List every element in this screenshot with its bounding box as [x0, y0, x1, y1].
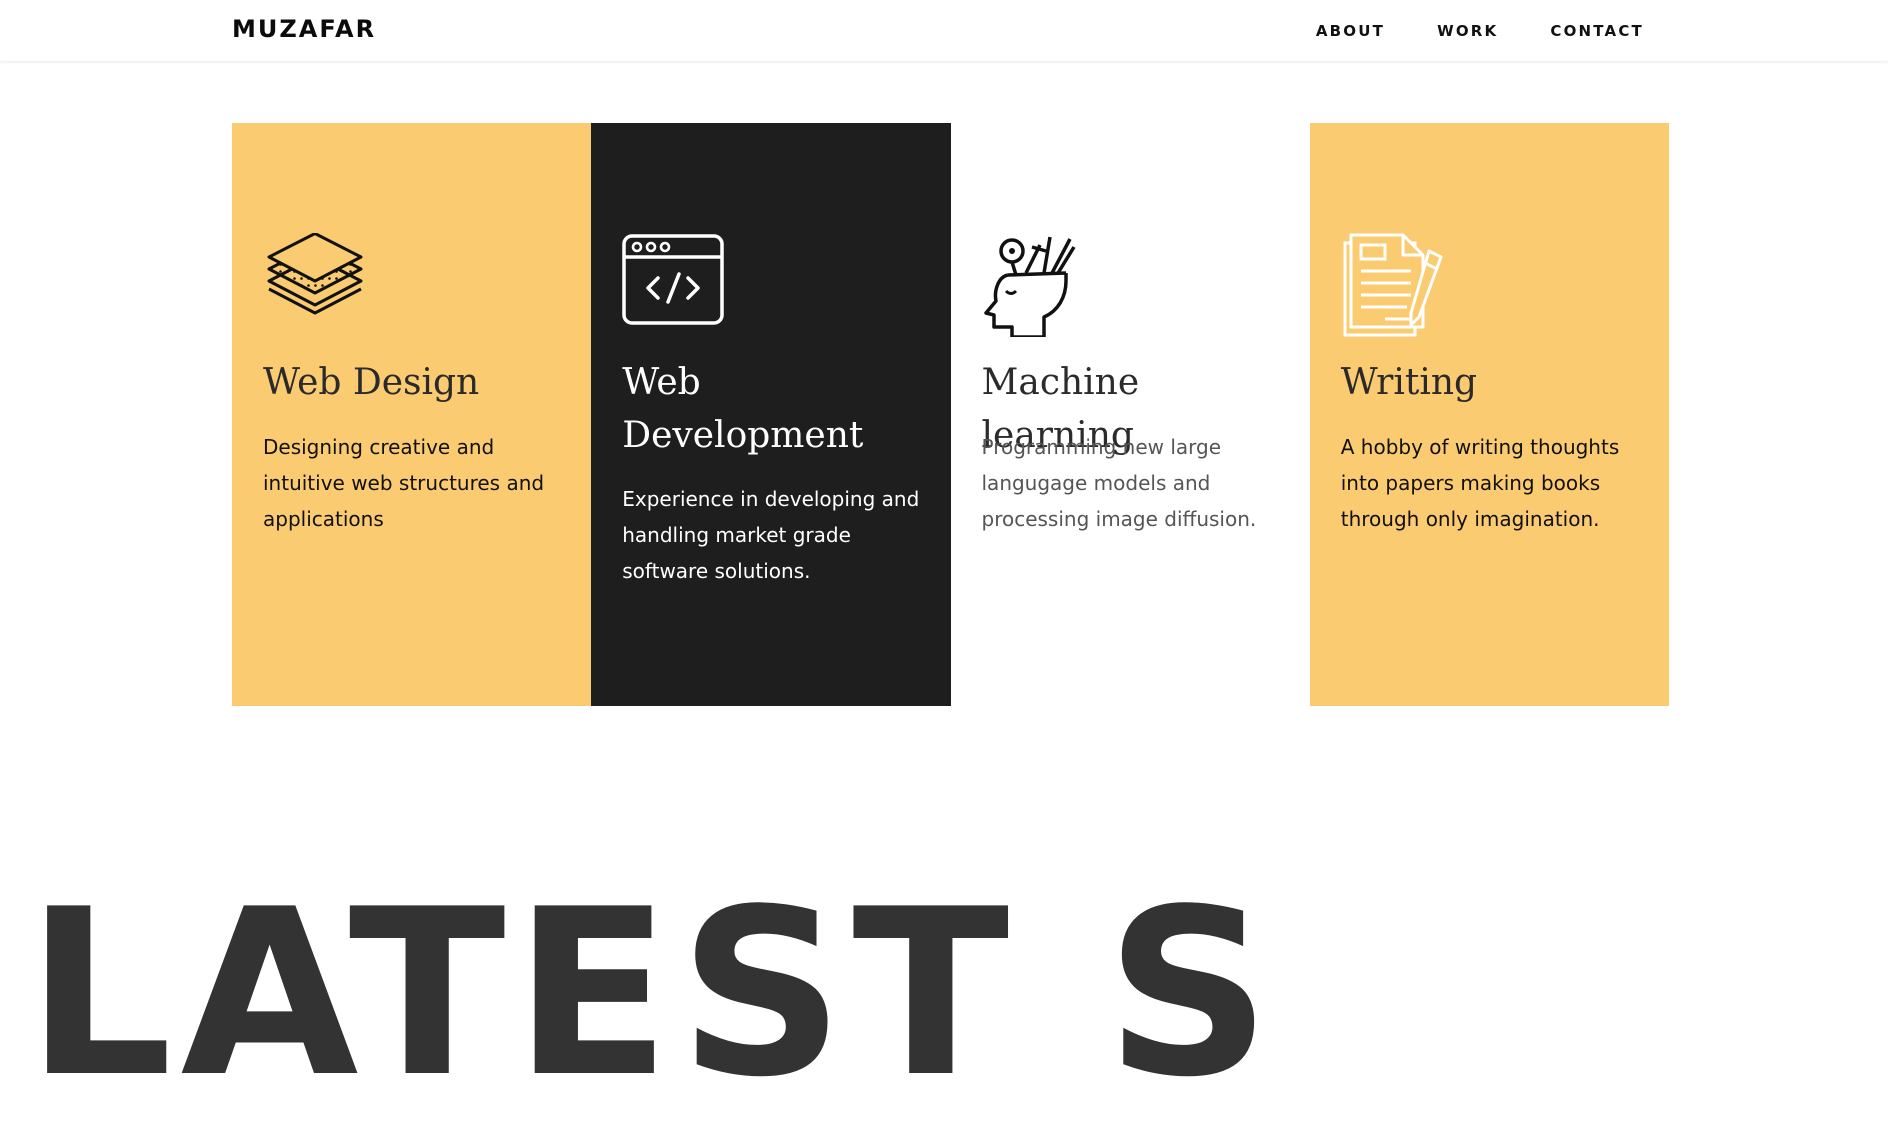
service-description: Designing creative and intuitive web str…: [263, 435, 545, 531]
service-card-writing: Writing A hobby of writing thoughts into…: [1309, 123, 1669, 706]
service-title: Web Design: [263, 362, 480, 403]
service-title: Writing: [1340, 362, 1478, 403]
top-navigation-bar: MUZAFAR ABOUT WORK CONTACT: [0, 0, 1888, 61]
code-window-icon: [622, 234, 724, 325]
nav-work-link[interactable]: WORK: [1437, 22, 1498, 40]
service-card-web-design: Web Design Designing creative and intuit…: [232, 123, 592, 706]
nav-contact-link[interactable]: CONTACT: [1550, 22, 1644, 40]
service-description: Experience in developing and handling ma…: [622, 487, 920, 583]
head-ideas-icon: [983, 236, 1075, 337]
service-description: Programming new large langugage models a…: [981, 435, 1257, 531]
layers-icon: [267, 233, 363, 315]
service-title: Web Development: [622, 362, 864, 456]
service-description: A hobby of writing thoughts into papers …: [1340, 435, 1620, 531]
services-section: Web Design Designing creative and intuit…: [232, 123, 1669, 706]
service-card-web-development: Web Development Experience in developing…: [591, 123, 951, 706]
service-card-machine-learning: Machine learning Programming new large l…: [950, 123, 1310, 706]
nav-about-link[interactable]: ABOUT: [1316, 22, 1385, 40]
main-nav: ABOUT WORK CONTACT: [1316, 22, 1644, 40]
latest-section-heading: LATEST S: [26, 861, 1279, 1128]
site-logo[interactable]: MUZAFAR: [232, 15, 376, 43]
document-pen-icon: [1343, 233, 1443, 337]
